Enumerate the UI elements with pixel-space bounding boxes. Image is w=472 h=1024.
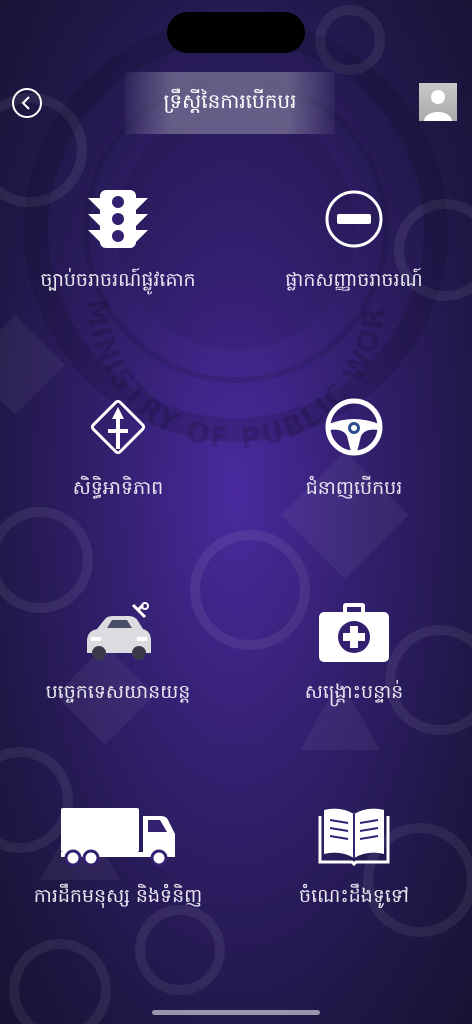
- menu-label: សង្គ្រោះបន្ទាន់: [304, 681, 404, 703]
- menu-item-priority[interactable]: សិទ្ធិអាទិភាព: [0, 392, 236, 512]
- user-avatar-button[interactable]: [419, 83, 457, 121]
- home-indicator[interactable]: [152, 1010, 320, 1015]
- menu-item-general-knowledge[interactable]: ចំណេះដឹងទូទៅ: [236, 800, 472, 920]
- device-notch: [167, 12, 305, 53]
- menu-item-transport[interactable]: ការដឹកមនុស្ស និងទំនិញ: [0, 800, 236, 920]
- menu-item-traffic-law[interactable]: ច្បាប់ចរាចរណ៍ផ្លូវគោក: [0, 184, 236, 304]
- priority-road-icon: [90, 399, 146, 455]
- menu-item-vehicle-technique[interactable]: បច្ចេកទេសយានយន្ត: [0, 598, 236, 718]
- traffic-light-icon: [88, 190, 148, 248]
- chevron-left-icon: [21, 96, 30, 110]
- menu-item-first-aid[interactable]: សង្គ្រោះបន្ទាន់: [236, 598, 472, 718]
- menu-label: ការដឹកមនុស្ស និងទំនិញ: [33, 885, 203, 907]
- menu-label: ជំនាញបើកបរ: [305, 477, 403, 499]
- menu-item-traffic-signs[interactable]: ផ្លាកសញ្ញាចរាចរណ៍: [236, 184, 472, 304]
- menu-label: ចំណេះដឹងទូទៅ: [299, 885, 409, 907]
- first-aid-kit-icon: [319, 603, 389, 662]
- menu-label: ផ្លាកសញ្ញាចរាចរណ៍: [285, 269, 423, 291]
- car-repair-icon: [87, 602, 151, 660]
- menu-label: សិទ្ធិអាទិភាព: [72, 477, 164, 499]
- menu-item-driving-skills[interactable]: ជំនាញបើកបរ: [236, 392, 472, 512]
- app-header: ទ្រឹស្តីនៃការបើកបរ: [0, 68, 472, 138]
- truck-icon: [61, 808, 175, 867]
- menu-label: បច្ចេកទេសយានយន្ត: [45, 681, 191, 703]
- open-book-icon: [318, 808, 390, 866]
- no-entry-sign-icon: [325, 190, 383, 248]
- page-title: ទ្រឹស្តីនៃការបើកបរ: [163, 89, 297, 113]
- menu-label: ច្បាប់ចរាចរណ៍ផ្លូវគោក: [40, 269, 196, 291]
- back-button[interactable]: [12, 88, 42, 118]
- steering-wheel-icon: [325, 398, 383, 456]
- user-avatar-icon: [424, 90, 452, 121]
- title-plate: ទ្រឹស្តីនៃការបើកបរ: [125, 72, 335, 134]
